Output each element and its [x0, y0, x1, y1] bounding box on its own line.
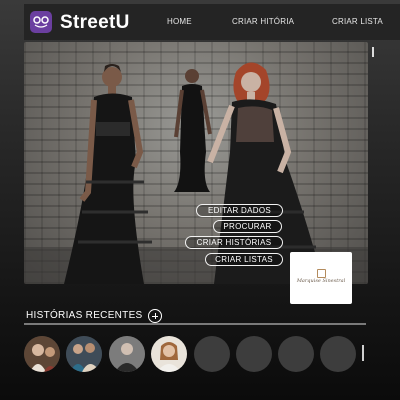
logo-icon	[33, 16, 49, 28]
edit-data-button[interactable]: EDITAR DADOS	[196, 204, 283, 217]
nav-create-story[interactable]: CRIAR HITÓRIA	[232, 17, 294, 26]
empty-story-slot[interactable]	[278, 336, 314, 372]
story-avatar[interactable]	[109, 336, 145, 372]
app-logo[interactable]	[30, 11, 52, 33]
brand-name[interactable]: StreetU	[60, 12, 130, 34]
hero-banner: EDITAR DADOS PROCURAR CRIAR HISTÓRIAS CR…	[24, 42, 368, 284]
search-button[interactable]: PROCURAR	[213, 220, 282, 233]
top-navigation-bar: StreetU HOME CRIAR HITÓRIA CRIAR LISTA	[24, 4, 400, 40]
create-stories-button[interactable]: CRIAR HISTÓRIAS	[185, 236, 283, 249]
sponsor-card[interactable]: Marquise Sinestral	[290, 252, 352, 304]
create-lists-button[interactable]: CRIAR LISTAS	[205, 253, 283, 266]
empty-story-slot[interactable]	[194, 336, 230, 372]
nav-home[interactable]: HOME	[167, 17, 192, 26]
story-avatar[interactable]	[24, 336, 60, 372]
add-story-icon[interactable]	[148, 309, 162, 323]
story-thumbnail	[151, 336, 187, 372]
scroll-indicator	[372, 47, 374, 57]
empty-story-slot[interactable]	[236, 336, 272, 372]
story-thumbnail	[24, 336, 60, 372]
sponsor-logo-icon	[317, 269, 326, 278]
story-avatar[interactable]	[151, 336, 187, 372]
section-divider	[24, 323, 366, 325]
scroll-indicator	[362, 345, 364, 361]
story-avatar[interactable]	[66, 336, 102, 372]
nav-create-list[interactable]: CRIAR LISTA	[332, 17, 383, 26]
empty-story-slot[interactable]	[320, 336, 356, 372]
sponsor-name: Marquise Sinestral	[296, 278, 346, 284]
story-thumbnail	[109, 336, 145, 372]
recent-stories-title: HISTÓRIAS RECENTES	[26, 310, 143, 321]
story-thumbnail	[66, 336, 102, 372]
